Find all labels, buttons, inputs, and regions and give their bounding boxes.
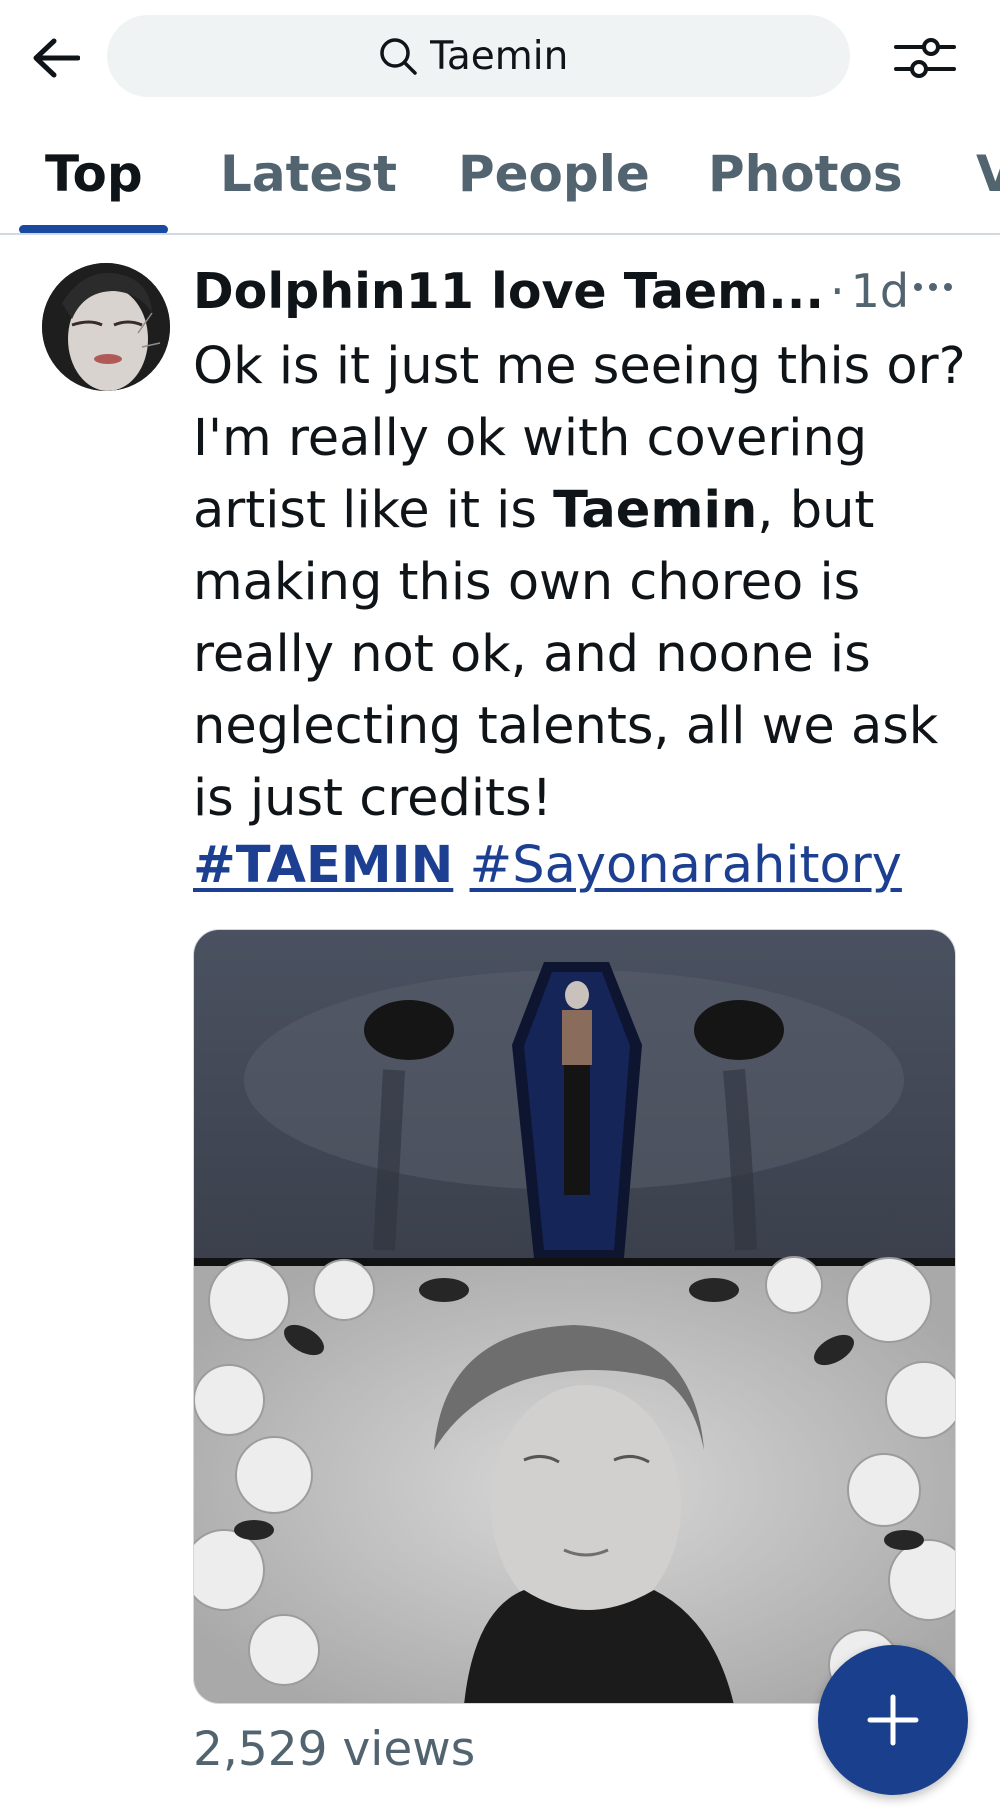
more-options-button[interactable] — [903, 262, 963, 312]
post-timestamp[interactable]: 1d — [851, 264, 909, 318]
tab-photos[interactable]: Photos — [708, 145, 903, 203]
tab-videos[interactable]: V — [976, 145, 1000, 203]
hashtag-link[interactable]: #TAEMIN — [193, 836, 453, 895]
arrow-left-icon — [33, 38, 80, 78]
search-bar[interactable] — [107, 15, 850, 97]
sliders-icon — [894, 38, 956, 78]
hashtag-link[interactable]: #Sayonarahitory — [470, 836, 902, 895]
compose-post-button[interactable] — [818, 1645, 968, 1795]
search-tabs: Top Latest People Photos V — [0, 115, 1000, 235]
post-text-highlight: Taemin — [553, 481, 758, 540]
author-name[interactable]: Dolphin11 love Taem... — [193, 263, 824, 320]
tab-top[interactable]: Top — [45, 145, 143, 203]
tab-people[interactable]: People — [458, 145, 650, 203]
post-text: Ok is it just me seeing this or? I'm rea… — [193, 331, 968, 835]
search-filter-button[interactable] — [890, 28, 960, 88]
author-avatar[interactable] — [42, 263, 170, 391]
search-input[interactable] — [429, 33, 580, 79]
plus-icon — [867, 1694, 919, 1746]
post-hashtags: #TAEMIN #Sayonarahitory — [193, 830, 968, 902]
tab-latest[interactable]: Latest — [220, 145, 397, 203]
post-media-image[interactable] — [193, 929, 956, 1704]
search-header — [0, 0, 1000, 115]
post-header: Dolphin11 love Taem... · 1d — [193, 258, 973, 324]
active-tab-indicator — [19, 225, 168, 233]
back-button[interactable] — [28, 30, 84, 86]
separator-dot: · — [830, 264, 845, 318]
view-count: 2,529 views — [193, 1722, 476, 1777]
more-icon — [914, 283, 952, 291]
search-icon — [378, 36, 418, 76]
